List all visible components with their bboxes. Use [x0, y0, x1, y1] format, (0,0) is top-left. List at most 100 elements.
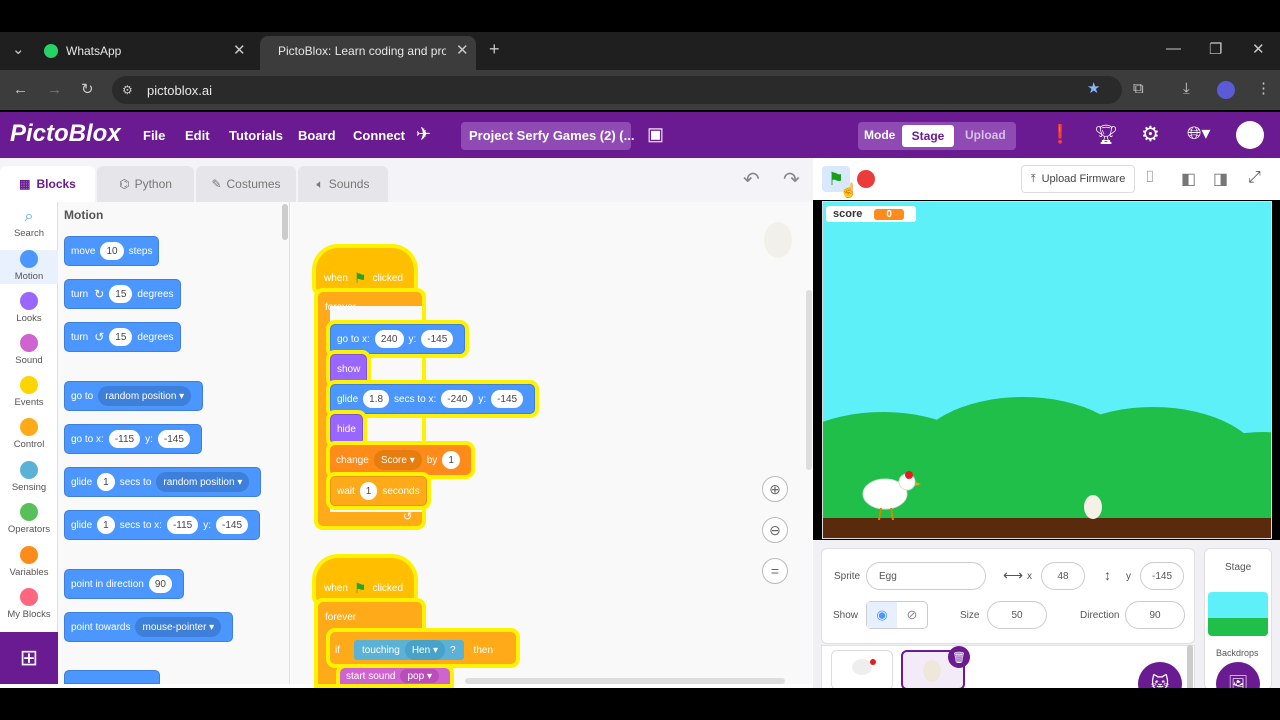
dropdown-value[interactable]: mouse-pointer — [142, 622, 206, 633]
block-go-to[interactable]: go to random position ▾ — [64, 381, 204, 411]
block-go-to-xy[interactable]: go to x: -115 y: -145 — [64, 424, 202, 454]
block-partial[interactable] — [64, 670, 160, 684]
url-text[interactable]: pictoblox.ai — [147, 83, 212, 98]
camera-icon[interactable]: ⌷ — [1145, 169, 1155, 187]
category-events[interactable]: Events — [0, 376, 58, 408]
forward-icon[interactable]: → — [47, 82, 62, 98]
undo-icon[interactable]: ↶ — [743, 167, 760, 192]
close-tab-icon[interactable]: ✕ — [233, 43, 246, 59]
site-info-icon[interactable]: ⚙ — [122, 82, 133, 98]
user-avatar[interactable] — [1236, 121, 1264, 149]
menu-connect[interactable]: Connect — [353, 128, 405, 143]
menu-board[interactable]: Board — [298, 128, 336, 143]
block-turn-left[interactable]: turn ↺ 15 degrees — [64, 322, 181, 352]
touching-condition[interactable]: touching Hen ▾ ? — [354, 640, 464, 660]
block-input[interactable]: 240 — [374, 330, 404, 348]
restore-icon[interactable]: ❐ — [1209, 42, 1222, 58]
menu-tutorials[interactable]: Tutorials — [229, 128, 283, 143]
score-monitor[interactable]: score 0 — [826, 206, 916, 222]
block-start-sound[interactable]: start sound pop ▾ — [340, 668, 450, 684]
sprite-thumb-hen[interactable] — [831, 650, 893, 690]
menu-edit[interactable]: Edit — [185, 128, 210, 143]
zoom-in-button[interactable]: ⊕ — [762, 476, 788, 502]
block-hide[interactable]: hide — [330, 414, 363, 444]
close-window-icon[interactable]: ✕ — [1252, 42, 1265, 58]
block-input[interactable]: -115 — [166, 516, 199, 534]
block-show[interactable]: show — [330, 354, 368, 384]
tab-costumes[interactable]: ✎ Costumes — [196, 166, 296, 202]
block-input[interactable]: 1.8 — [363, 390, 390, 408]
tab-blocks[interactable]: ▦ Blocks — [0, 166, 95, 202]
block-input[interactable]: 15 — [109, 328, 133, 346]
profile-avatar[interactable] — [1217, 81, 1235, 99]
dropdown-value[interactable]: Score — [381, 455, 407, 466]
dropdown-value[interactable]: random position — [105, 391, 176, 402]
stop-button[interactable] — [857, 170, 875, 188]
block-wait[interactable]: wait 1 seconds — [330, 476, 427, 506]
large-stage-icon[interactable]: ◨ — [1213, 169, 1228, 189]
block-input[interactable]: -145 — [491, 390, 524, 408]
block-input[interactable]: 15 — [109, 285, 133, 303]
category-variables[interactable]: Variables — [0, 546, 58, 578]
block-input[interactable]: 1 — [97, 473, 115, 491]
stage-canvas[interactable] — [822, 201, 1272, 539]
palette-scrollbar[interactable] — [282, 204, 288, 240]
add-extension-button[interactable]: ⊞ — [0, 632, 58, 684]
block-input[interactable]: 90 — [148, 575, 172, 593]
minimize-icon[interactable]: — — [1166, 41, 1181, 57]
block-point-direction[interactable]: point in direction 90 — [64, 569, 184, 599]
block-input[interactable]: 1 — [97, 516, 115, 534]
category-sensing[interactable]: Sensing — [0, 461, 58, 493]
small-stage-icon[interactable]: ◧ — [1181, 169, 1196, 189]
show-eye-icon[interactable]: ◉ — [867, 602, 897, 628]
block-input[interactable]: 1 — [359, 482, 378, 500]
tab-whatsapp[interactable]: WhatsApp — [44, 38, 121, 64]
block-input[interactable]: 10 — [100, 242, 124, 260]
block-turn-right[interactable]: turn ↻ 15 degrees — [64, 279, 181, 309]
dropdown-value[interactable]: Hen — [412, 645, 430, 656]
language-globe-icon[interactable]: 🌐︎▾ — [1187, 123, 1210, 144]
delete-sprite-button[interactable]: 🗑︎ — [948, 646, 970, 668]
extensions-icon[interactable]: ⧉ — [1133, 81, 1144, 97]
browser-menu-icon[interactable]: ⋮ — [1256, 81, 1271, 97]
tab-python[interactable]: ⌬ Python — [97, 166, 194, 202]
workspace-vscrollbar[interactable] — [806, 290, 812, 470]
category-my-blocks[interactable]: My Blocks — [0, 588, 58, 620]
block-move-steps[interactable]: move 10 steps — [64, 236, 160, 266]
save-icon[interactable]: ▣ — [647, 124, 664, 145]
size-input[interactable]: 50 — [987, 601, 1047, 629]
block-input[interactable]: -145 — [157, 430, 190, 448]
settings-gear-icon[interactable]: ⚙ — [1141, 122, 1160, 147]
block-glide-xy[interactable]: glide 1.8 secs to x: -240 y: -145 — [330, 384, 536, 414]
zoom-reset-button[interactable]: = — [762, 558, 788, 584]
zoom-out-button[interactable]: ⊖ — [762, 517, 788, 543]
y-input[interactable]: -145 — [1140, 562, 1184, 590]
menu-file[interactable]: File — [143, 128, 165, 143]
download-icon[interactable]: ⤓ — [1183, 81, 1190, 97]
address-bar[interactable] — [112, 76, 1122, 104]
block-input[interactable]: 1 — [442, 451, 460, 469]
stage-thumbnail[interactable] — [1208, 592, 1268, 636]
back-icon[interactable]: ← — [13, 82, 28, 98]
block-input[interactable]: -145 — [421, 330, 454, 348]
close-tab-icon[interactable]: ✕ — [456, 43, 469, 59]
trophy-icon[interactable]: 🏆︎ — [1094, 123, 1118, 147]
block-change-variable[interactable]: change Score ▾ by 1 — [330, 445, 471, 475]
category-control[interactable]: Control — [0, 418, 58, 450]
extension-plug-icon[interactable]: ✈ — [416, 124, 431, 145]
pictoblox-logo[interactable]: PictoBlox — [10, 120, 121, 148]
block-input[interactable]: -240 — [441, 390, 474, 408]
workspace-hscrollbar[interactable] — [465, 678, 785, 684]
new-tab-icon[interactable]: + — [489, 40, 500, 58]
direction-input[interactable]: 90 — [1125, 601, 1185, 629]
dropdown-value[interactable]: pop — [407, 671, 424, 682]
tab-sounds[interactable]: 🔈︎ Sounds — [298, 166, 388, 202]
sprite-list-scrollbar[interactable] — [1187, 645, 1193, 690]
mode-upload-button[interactable]: Upload — [965, 128, 1006, 142]
sprite-name-input[interactable]: Egg — [866, 562, 986, 590]
redo-icon[interactable]: ↷ — [783, 167, 800, 192]
block-glide-xy[interactable]: glide 1 secs to x: -115 y: -145 — [64, 510, 261, 540]
block-point-towards[interactable]: point towards mouse-pointer ▾ — [64, 612, 234, 642]
project-title[interactable]: Project Serfy Games (2) (... — [469, 128, 634, 143]
tab-search-chevron-icon[interactable]: ⌄ — [12, 42, 25, 58]
